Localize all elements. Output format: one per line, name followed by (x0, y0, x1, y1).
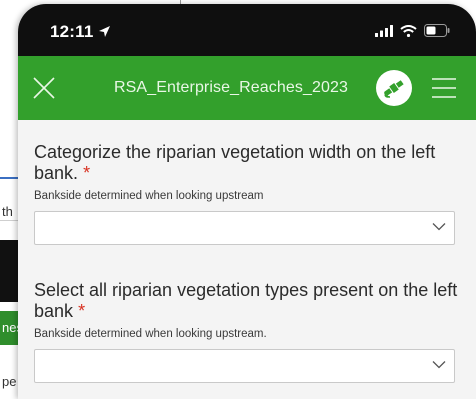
question-hint: Bankside determined when looking upstrea… (34, 190, 264, 202)
screen: th nes pe 12:11 RSA_Enterprise_Reaches_2… (0, 0, 476, 399)
chevron-down-icon (432, 223, 446, 231)
question-label-text: Categorize the riparian vegetation width… (34, 142, 436, 183)
hamburger-menu-icon (432, 78, 456, 98)
status-time: 12:11 (50, 22, 94, 41)
close-button[interactable] (30, 74, 58, 102)
gps-button[interactable] (376, 70, 412, 106)
survey-title: RSA_Enterprise_Reaches_2023 (114, 79, 348, 96)
phone-screen: 12:11 RSA_Enterprise_Reaches_2023 Catego… (18, 4, 476, 399)
background-text-fragment: pe (2, 374, 17, 389)
close-icon (33, 77, 55, 99)
wifi-icon (400, 24, 417, 42)
location-arrow-icon (98, 25, 111, 43)
status-icons (375, 24, 450, 42)
question-label: Categorize the riparian vegetation width… (34, 142, 458, 184)
question-vegetation-width: Categorize the riparian vegetation width… (34, 142, 458, 245)
vegetation-types-dropdown[interactable] (34, 349, 455, 383)
question-vegetation-types: Select all riparian vegetation types pre… (34, 280, 458, 383)
question-hint: Bankside determined when looking upstrea… (34, 328, 267, 340)
background-text-fragment: th (2, 204, 13, 219)
gps-satellite-icon (384, 80, 404, 98)
required-marker: * (78, 301, 86, 321)
required-marker: * (83, 163, 91, 183)
chevron-down-icon (432, 361, 446, 369)
question-label: Select all riparian vegetation types pre… (34, 280, 458, 322)
battery-icon (424, 24, 450, 42)
cellular-signal-icon (375, 24, 393, 42)
survey-form: Categorize the riparian vegetation width… (18, 120, 476, 399)
vegetation-width-dropdown[interactable] (34, 211, 455, 245)
status-bar: 12:11 (18, 4, 476, 56)
app-header: RSA_Enterprise_Reaches_2023 (18, 56, 476, 120)
question-label-text: Select all riparian vegetation types pre… (34, 280, 458, 321)
menu-button[interactable] (430, 76, 458, 100)
